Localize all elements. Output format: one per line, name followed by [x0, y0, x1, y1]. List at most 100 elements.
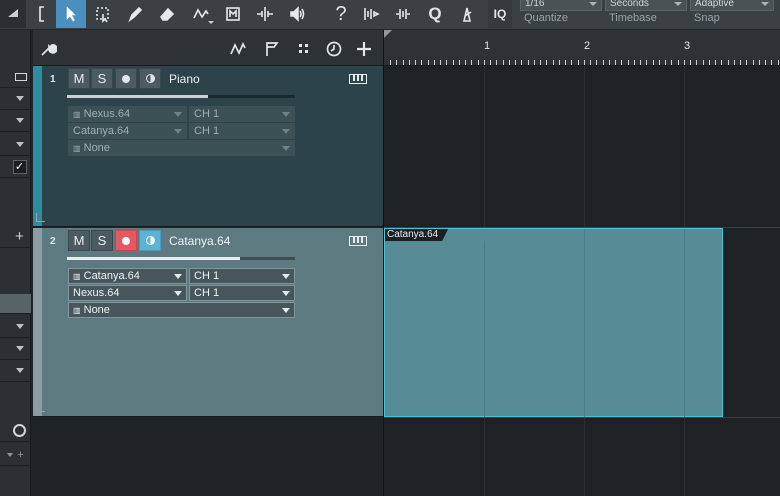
- inspector-dropdown-1[interactable]: [0, 88, 31, 110]
- input-instrument-select[interactable]: ▥ Catanya.64: [68, 268, 187, 284]
- speaker-icon: [290, 6, 305, 22]
- timeline-ruler[interactable]: 1 2 3: [384, 30, 780, 66]
- ruler-tick: [759, 60, 760, 65]
- ruler-tick: [490, 60, 491, 65]
- marker-jump-forward-button[interactable]: [388, 0, 418, 28]
- insert-select[interactable]: ▥ None: [68, 302, 295, 318]
- snap-select[interactable]: Adaptive: [690, 0, 774, 11]
- triangle-icon: [8, 9, 18, 17]
- automation-icon[interactable]: [229, 40, 247, 58]
- instrument-keyboard-icon[interactable]: [349, 74, 367, 84]
- clock-icon[interactable]: [325, 40, 343, 58]
- listen-tool-button[interactable]: [282, 0, 312, 28]
- wrench-icon[interactable]: [39, 40, 58, 58]
- volume-fader[interactable]: [67, 95, 295, 98]
- inspector-dropdown-3[interactable]: [0, 134, 31, 156]
- ruler-tick: [540, 60, 541, 65]
- main-toolbar: ? Q IQ 1/16 Quantize Seconds Timebase Ad…: [0, 0, 780, 30]
- input-channel-select[interactable]: CH 1: [189, 106, 295, 122]
- track-name[interactable]: Piano: [169, 72, 200, 86]
- input-instrument-select[interactable]: ▥ Nexus.64: [68, 106, 187, 122]
- ruler-tick: [728, 60, 729, 65]
- output-instrument-select[interactable]: Nexus.64: [68, 285, 187, 301]
- inspector-dropdown-2[interactable]: [0, 110, 31, 132]
- ruler-tick: [478, 60, 479, 65]
- range-tool-button[interactable]: [88, 0, 118, 28]
- insert-select[interactable]: ▥ None: [68, 140, 295, 156]
- quantize-tool-button[interactable]: Q: [420, 0, 450, 28]
- ruler-tick: [715, 60, 716, 65]
- chevron-down-icon: [174, 274, 182, 279]
- split-tool-button[interactable]: [218, 0, 248, 28]
- chevron-down-icon: [15, 96, 24, 101]
- ruler-tick: [528, 60, 529, 65]
- ruler-tick: [484, 60, 485, 65]
- ruler-tick: [646, 60, 647, 65]
- output-channel-select[interactable]: CH 1: [189, 123, 295, 139]
- inspector-dropdown-5[interactable]: [0, 338, 31, 360]
- ruler-tick: [421, 60, 422, 65]
- volume-fader[interactable]: [67, 257, 295, 260]
- inspector-instrument-row[interactable]: [0, 66, 31, 88]
- output-channel-select[interactable]: CH 1: [189, 285, 295, 301]
- loop-marker-icon[interactable]: [384, 30, 392, 38]
- track-name[interactable]: Catanya.64: [169, 234, 230, 248]
- ruler-tick: [415, 60, 416, 65]
- quantize-select[interactable]: 1/16: [520, 0, 602, 11]
- inspector-add-button[interactable]: +: [0, 226, 31, 248]
- paint-tool-button[interactable]: [120, 0, 150, 28]
- solo-button[interactable]: S: [91, 230, 113, 251]
- inspector-dropdown-4[interactable]: [0, 316, 31, 338]
- monitor-button[interactable]: [139, 230, 161, 251]
- input-channel-select[interactable]: CH 1: [189, 268, 295, 284]
- iq-button[interactable]: IQ: [488, 0, 512, 28]
- mute-tool-button[interactable]: [250, 0, 280, 28]
- bend-tool-button[interactable]: [186, 0, 216, 28]
- snap-label: Snap: [694, 12, 720, 24]
- ruler-tick: [565, 60, 566, 65]
- mute-button[interactable]: M: [68, 68, 90, 89]
- ruler-tick: [634, 60, 635, 65]
- inspector-selected-row[interactable]: [0, 294, 31, 314]
- track-1[interactable]: 1 M S Piano ▥ Nexus.64 CH 1 Catanya.64 C…: [33, 66, 383, 227]
- monitor-button[interactable]: [139, 68, 161, 89]
- lane-divider: [384, 417, 780, 418]
- inspector-clock-button[interactable]: [0, 420, 31, 442]
- mute-button[interactable]: M: [68, 230, 90, 251]
- instrument-event[interactable]: Catanya.64: [384, 228, 723, 417]
- grid-icon[interactable]: [295, 40, 313, 58]
- toolbar-collapse-button[interactable]: [0, 0, 26, 28]
- arrow-tool-button[interactable]: [56, 0, 86, 28]
- inspector-dropdown-6[interactable]: [0, 360, 31, 382]
- timebase-select[interactable]: Seconds: [605, 0, 687, 11]
- bar-number: 2: [584, 40, 591, 52]
- solo-button[interactable]: S: [91, 68, 113, 89]
- record-button[interactable]: [115, 230, 137, 251]
- help-button[interactable]: ?: [326, 0, 356, 28]
- track-2[interactable]: 2 M S Catanya.64 ▥ Catanya.64 CH 1 Nexus…: [33, 228, 383, 417]
- ruler-tick: [515, 60, 516, 65]
- instrument-keyboard-icon[interactable]: [349, 236, 367, 246]
- grid-line: [684, 229, 685, 417]
- track-number: 1: [50, 74, 56, 85]
- add-track-icon[interactable]: [355, 40, 373, 58]
- inspector-checkbox[interactable]: ✓: [0, 156, 31, 178]
- metronome-button[interactable]: [452, 0, 482, 28]
- flag-icon[interactable]: [263, 40, 281, 58]
- erase-tool-button[interactable]: [152, 0, 182, 28]
- output-instrument-select[interactable]: Catanya.64: [68, 123, 187, 139]
- automation-expand-icon[interactable]: [36, 403, 45, 412]
- quantize-label: Q: [428, 4, 442, 23]
- pencil-icon: [128, 6, 143, 23]
- inspector-expand-row[interactable]: +: [0, 444, 31, 466]
- ruler-tick: [771, 60, 772, 65]
- plus-icon: +: [17, 448, 24, 461]
- event-name[interactable]: Catanya.64: [385, 229, 448, 241]
- automation-expand-icon[interactable]: [36, 213, 45, 222]
- marker-jump-back-button[interactable]: [356, 0, 386, 28]
- record-button[interactable]: [115, 68, 137, 89]
- clock-icon: [13, 424, 26, 437]
- ruler-tick: [640, 60, 641, 65]
- ruler-tick: [396, 60, 397, 65]
- range-select-icon: [96, 7, 109, 23]
